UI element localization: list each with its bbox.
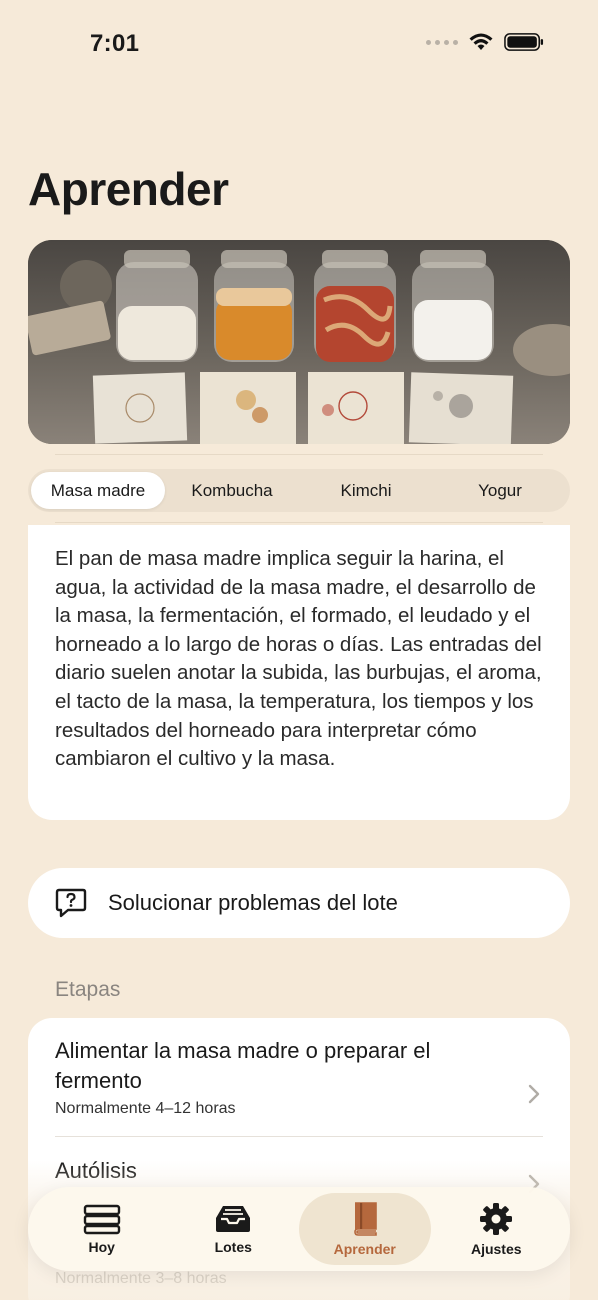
status-bar: 7:01 [0,0,598,90]
page-title: Aprender [28,163,229,215]
fermentation-type-segmented-control: Masa madre Kombucha Kimchi Yogur [28,469,570,512]
tab-ajustes[interactable]: Ajustes [431,1193,563,1265]
tab-label: Hoy [88,1239,115,1255]
tab-hoy[interactable]: Hoy [36,1193,168,1265]
description-text: El pan de masa madre implica seguir la h… [55,547,542,771]
divider [55,454,543,455]
tab-label: Ajustes [470,1241,522,1257]
tab-bar: Hoy Lotes Aprender Ajustes [28,1187,570,1271]
stage-row[interactable]: Alimentar la masa madre o preparar el fe… [28,1036,570,1136]
tray-icon [216,1206,251,1232]
troubleshoot-label: Solucionar problemas del lote [108,890,398,915]
stage-title: Autólisis [55,1158,137,1183]
stage-duration: Normalmente 4–12 horas [55,1100,236,1117]
chevron-right-icon [528,1084,540,1104]
status-time: 7:01 [90,30,140,57]
signal-icon [426,39,458,45]
tab-label: Lotes [214,1239,252,1255]
wifi-icon [469,33,493,50]
stage-title: Alimentar la masa madre o preparar el fe… [55,1038,431,1093]
stage-duration: Normalmente 3–8 horas [55,1270,227,1287]
troubleshoot-button[interactable]: Solucionar problemas del lote [28,868,570,938]
segment-kombucha[interactable]: Kombucha [165,472,299,509]
timeline-icon [83,1204,120,1235]
tab-label: Aprender [333,1241,396,1257]
stages-section-title: Etapas [55,978,121,1001]
divider [55,522,543,523]
gear-icon [480,1203,513,1235]
stage-row[interactable]: Normalmente 3–8 horas [28,1266,570,1300]
hero-image [28,240,570,444]
segment-masa-madre[interactable]: Masa madre [31,472,165,509]
question-bubble-icon [55,888,87,918]
tab-lotes[interactable]: Lotes [168,1193,300,1265]
battery-icon [504,33,544,51]
description-card: El pan de masa madre implica seguir la h… [28,525,570,820]
segment-yogur[interactable]: Yogur [433,472,567,509]
tab-aprender[interactable]: Aprender [299,1193,431,1265]
row-divider [55,1136,543,1137]
status-icons [426,32,544,52]
book-icon [353,1202,377,1236]
segment-kimchi[interactable]: Kimchi [299,472,433,509]
